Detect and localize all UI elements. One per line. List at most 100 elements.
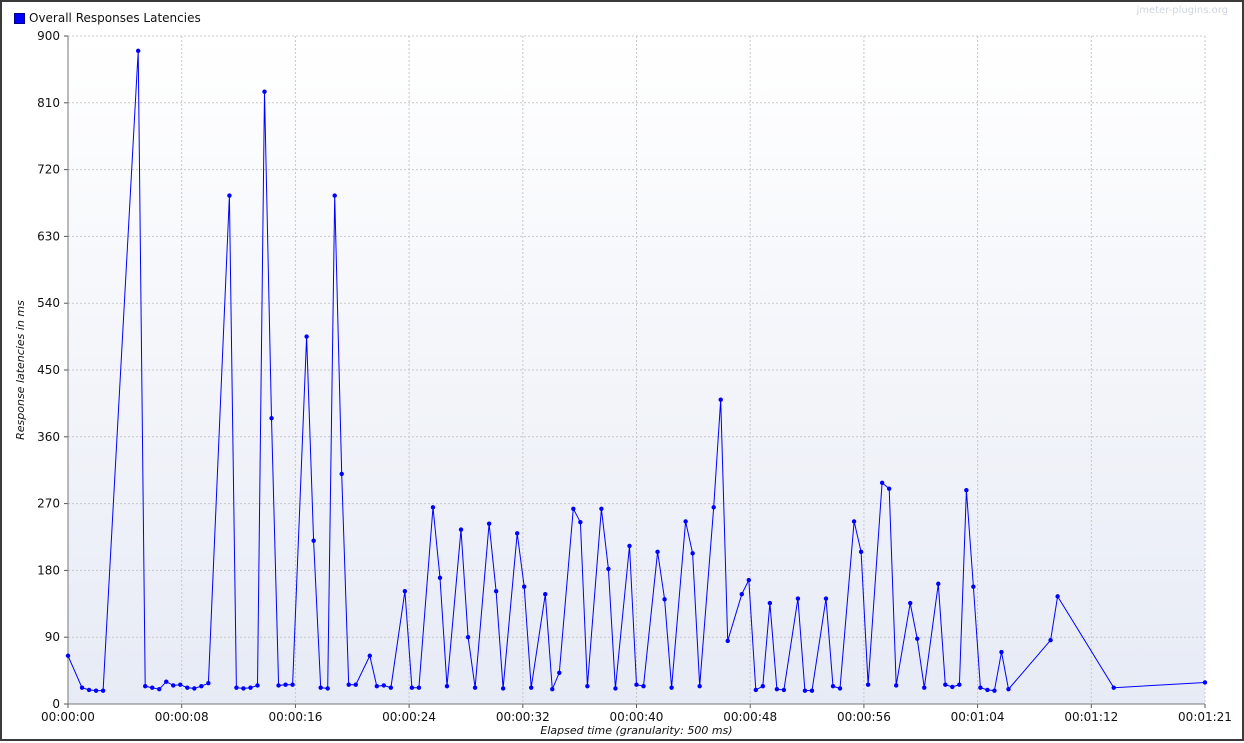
data-point [374, 683, 380, 689]
data-point [465, 635, 471, 640]
data-point [164, 679, 169, 684]
data-point [823, 596, 829, 601]
data-point [100, 688, 106, 693]
data-point [444, 683, 450, 689]
data-point [641, 683, 646, 689]
data-point [830, 683, 836, 689]
chart-frame: 0 90 180 270 360 450 540 630 720 810 900 00:00:00 00… [0, 0, 1244, 741]
data-point [964, 488, 969, 493]
data-point [1202, 680, 1208, 685]
data-point [578, 519, 583, 525]
data-point [1006, 686, 1011, 692]
data-point [276, 683, 281, 688]
data-point [458, 527, 464, 532]
data-point [192, 686, 197, 691]
data-point [936, 581, 941, 586]
y-tick-label: 360 [37, 430, 60, 444]
watermark: jmeter-plugins.org [1136, 5, 1228, 16]
y-tick-label: 720 [37, 163, 60, 177]
data-point [886, 486, 892, 491]
data-point [999, 649, 1004, 655]
data-point [613, 686, 618, 691]
data-point [985, 687, 990, 693]
data-point [795, 596, 801, 601]
data-point [304, 334, 309, 339]
data-point [332, 193, 337, 198]
data-point [767, 600, 773, 606]
data-point [143, 683, 148, 689]
data-point [1111, 685, 1116, 690]
data-point [269, 416, 274, 421]
data-point [1055, 594, 1060, 599]
y-tick-label: 270 [37, 497, 60, 511]
data-point [367, 653, 372, 658]
data-point [718, 397, 723, 402]
data-point [430, 505, 436, 510]
legend: Overall Responses Latencies [14, 11, 201, 25]
data-point [402, 588, 408, 594]
data-point [557, 670, 562, 676]
data-point [858, 549, 864, 555]
data-point [992, 688, 997, 693]
data-point [514, 531, 520, 536]
x-tick-label: 00:01:12 [1064, 710, 1118, 724]
data-point [634, 682, 639, 687]
data-point [86, 687, 92, 693]
data-point [879, 480, 885, 486]
data-point [690, 551, 695, 556]
legend-swatch [14, 12, 25, 24]
data-point [711, 505, 716, 510]
y-tick-label: 630 [37, 229, 60, 243]
data-point [262, 89, 267, 94]
data-point [346, 682, 351, 687]
data-point [199, 683, 204, 689]
data-point [957, 682, 962, 687]
data-point [865, 682, 871, 687]
data-point [135, 48, 141, 54]
data-point [157, 686, 162, 692]
data-point [353, 682, 358, 687]
x-tick-label: 00:00:32 [496, 710, 550, 724]
data-point [325, 686, 330, 691]
data-point [248, 685, 253, 690]
data-point [493, 588, 499, 594]
data-point [851, 519, 857, 524]
data-point [781, 687, 787, 693]
data-point [669, 685, 674, 690]
x-tick-label: 00:01:04 [951, 710, 1005, 724]
data-point [318, 685, 323, 690]
y-tick-label: 540 [37, 296, 60, 310]
data-point [283, 682, 288, 687]
data-point [571, 506, 576, 511]
data-point [241, 686, 246, 691]
data-point [171, 683, 176, 688]
data-point [290, 682, 295, 687]
data-point [915, 636, 920, 641]
x-tick-label: 00:00:00 [41, 710, 95, 724]
data-point [150, 685, 155, 690]
legend-label: Overall Responses Latencies [29, 11, 201, 25]
data-point [655, 549, 660, 555]
x-tick-label: 00:00:08 [155, 710, 209, 724]
x-tick-label: 00:00:56 [837, 710, 891, 724]
data-point [65, 653, 71, 658]
data-point [599, 506, 604, 511]
data-point [178, 682, 183, 687]
data-point [893, 683, 899, 688]
x-tick-label: 00:00:24 [382, 710, 436, 724]
data-point [93, 688, 99, 693]
x-tick-label: 00:01:21 [1178, 710, 1232, 724]
data-point [774, 686, 780, 692]
data-point [978, 685, 983, 690]
y-tick-label: 450 [37, 363, 60, 377]
data-point [255, 683, 260, 688]
data-point [697, 683, 702, 689]
x-tick-label: 00:00:40 [610, 710, 664, 724]
x-axis-title: Elapsed time (granularity: 500 ms) [540, 724, 732, 737]
data-point [529, 685, 534, 690]
y-tick-label: 180 [37, 563, 60, 577]
data-point [486, 521, 492, 526]
y-tick-label: 90 [45, 630, 60, 644]
data-point [543, 591, 548, 597]
data-point [760, 683, 766, 689]
